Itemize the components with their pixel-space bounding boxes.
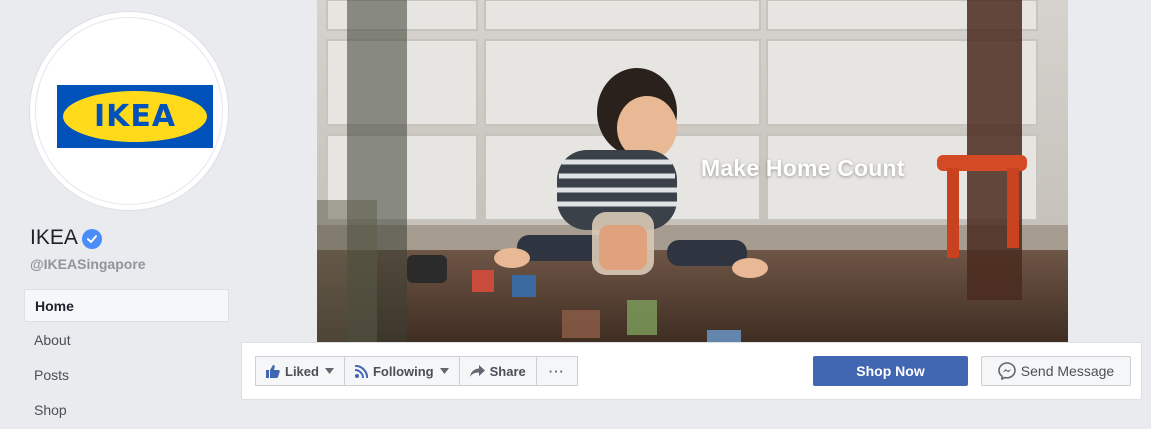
share-label: Share xyxy=(489,363,526,379)
nav-item-about[interactable]: About xyxy=(24,324,229,357)
ikea-logo-ellipse: IKEA xyxy=(63,91,207,142)
page-handle[interactable]: @IKEASingapore xyxy=(30,256,146,272)
rss-icon xyxy=(354,364,368,378)
following-label: Following xyxy=(372,363,434,379)
send-message-button[interactable]: Send Message xyxy=(981,356,1131,386)
send-message-label: Send Message xyxy=(1020,363,1115,379)
profile-picture-inner: IKEA xyxy=(35,17,223,205)
thumbs-up-icon xyxy=(266,364,280,378)
more-dots-icon: ··· xyxy=(548,363,565,379)
ikea-logo: IKEA xyxy=(57,85,213,148)
chevron-down-icon xyxy=(324,368,334,374)
ikea-logo-text: IKEA xyxy=(93,99,177,134)
page-nav: Home About Posts Shop xyxy=(24,289,229,429)
cover-photo[interactable]: Make Home Count xyxy=(317,0,1068,343)
shop-now-button[interactable]: Shop Now xyxy=(813,356,968,386)
messenger-icon xyxy=(997,362,1016,380)
liked-button[interactable]: Liked xyxy=(255,356,345,386)
liked-label: Liked xyxy=(285,363,319,379)
cover-tagline: Make Home Count xyxy=(701,155,905,181)
page-name-text[interactable]: IKEA xyxy=(30,226,78,250)
cover-illustration xyxy=(317,0,1068,343)
share-button[interactable]: Share xyxy=(459,356,537,386)
following-button[interactable]: Following xyxy=(344,356,460,386)
share-arrow-icon xyxy=(469,365,485,377)
page-action-group: Liked Following Share ··· xyxy=(255,356,578,386)
nav-item-posts[interactable]: Posts xyxy=(24,359,229,392)
more-button[interactable]: ··· xyxy=(536,356,578,386)
chevron-down-icon xyxy=(439,368,449,374)
nav-item-home[interactable]: Home xyxy=(24,289,229,322)
page-action-bar: Liked Following Share ··· Shop Now Send … xyxy=(241,342,1142,400)
verified-badge-icon xyxy=(81,229,102,249)
nav-item-shop[interactable]: Shop xyxy=(24,394,229,427)
profile-picture[interactable]: IKEA xyxy=(30,12,228,210)
page-name[interactable]: IKEA xyxy=(30,226,102,250)
